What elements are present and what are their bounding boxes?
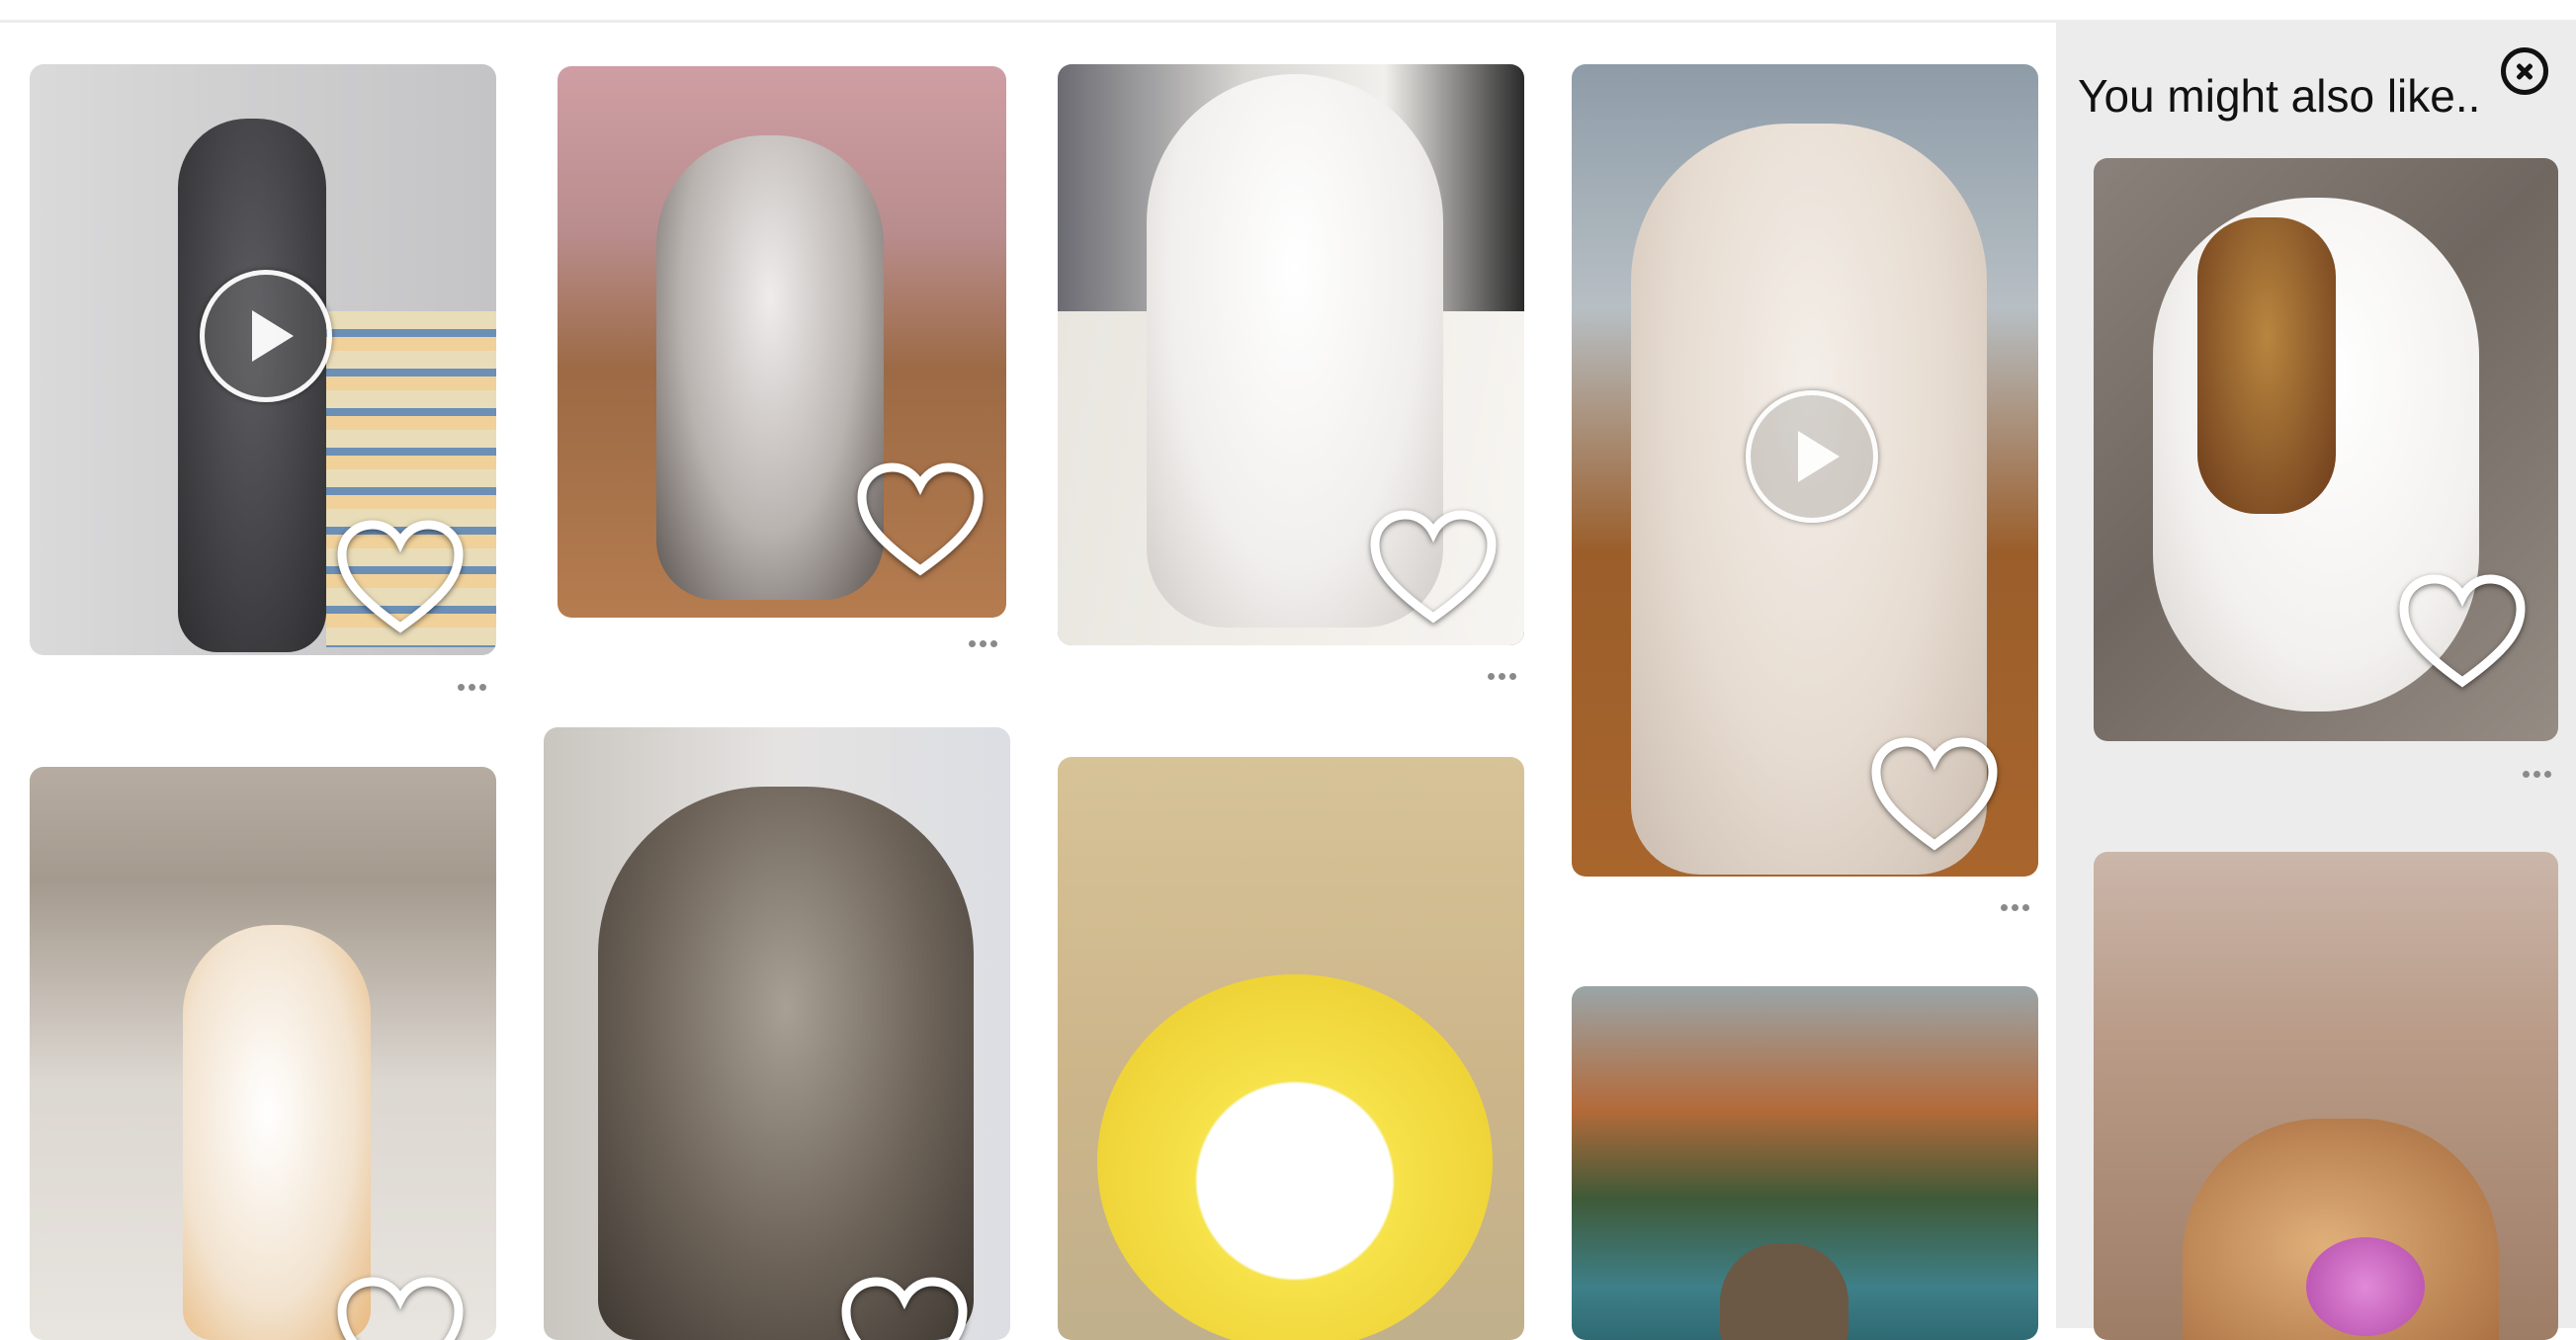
close-circle-icon[interactable] xyxy=(2501,47,2548,95)
cat-photo xyxy=(1058,757,1524,1340)
pin-card-gray-cat[interactable] xyxy=(30,64,496,655)
play-icon[interactable] xyxy=(1746,390,1878,523)
pin-card-tabby-cat[interactable] xyxy=(544,727,1010,1340)
pin-card-flower-hat-kitten[interactable] xyxy=(1058,757,1524,1340)
pin-card-orange-kitten[interactable] xyxy=(30,767,496,1340)
more-options-icon[interactable] xyxy=(2523,771,2552,779)
heart-icon[interactable] xyxy=(1870,736,1999,853)
pin-card-white-persian-cat[interactable] xyxy=(1058,64,1524,645)
heart-icon[interactable] xyxy=(336,519,465,635)
heart-icon[interactable] xyxy=(840,1276,969,1340)
heart-icon[interactable] xyxy=(336,1276,465,1340)
panel-title: You might also like.. xyxy=(2078,70,2481,122)
pin-card-lake-cat[interactable] xyxy=(1572,986,2038,1340)
pin-card-fluffy-cat[interactable] xyxy=(558,66,1006,618)
cat-photo xyxy=(544,727,1010,1340)
more-options-icon[interactable] xyxy=(2001,904,2030,912)
dog-photo xyxy=(2094,852,2558,1340)
more-options-icon[interactable] xyxy=(458,684,487,692)
pin-card-white-puppy[interactable] xyxy=(2094,158,2558,741)
pin-card-golden-retriever[interactable] xyxy=(2094,852,2558,1340)
cat-photo xyxy=(1572,986,2038,1340)
more-options-icon[interactable] xyxy=(1488,673,1517,681)
cat-photo xyxy=(30,767,496,1340)
top-bar xyxy=(0,0,2576,23)
more-options-icon[interactable] xyxy=(969,640,998,648)
play-icon[interactable] xyxy=(200,270,332,402)
heart-icon[interactable] xyxy=(1369,509,1498,626)
pin-card-yawning-kitten[interactable] xyxy=(1572,64,2038,877)
heart-icon[interactable] xyxy=(2398,573,2527,690)
heart-icon[interactable] xyxy=(856,461,985,578)
